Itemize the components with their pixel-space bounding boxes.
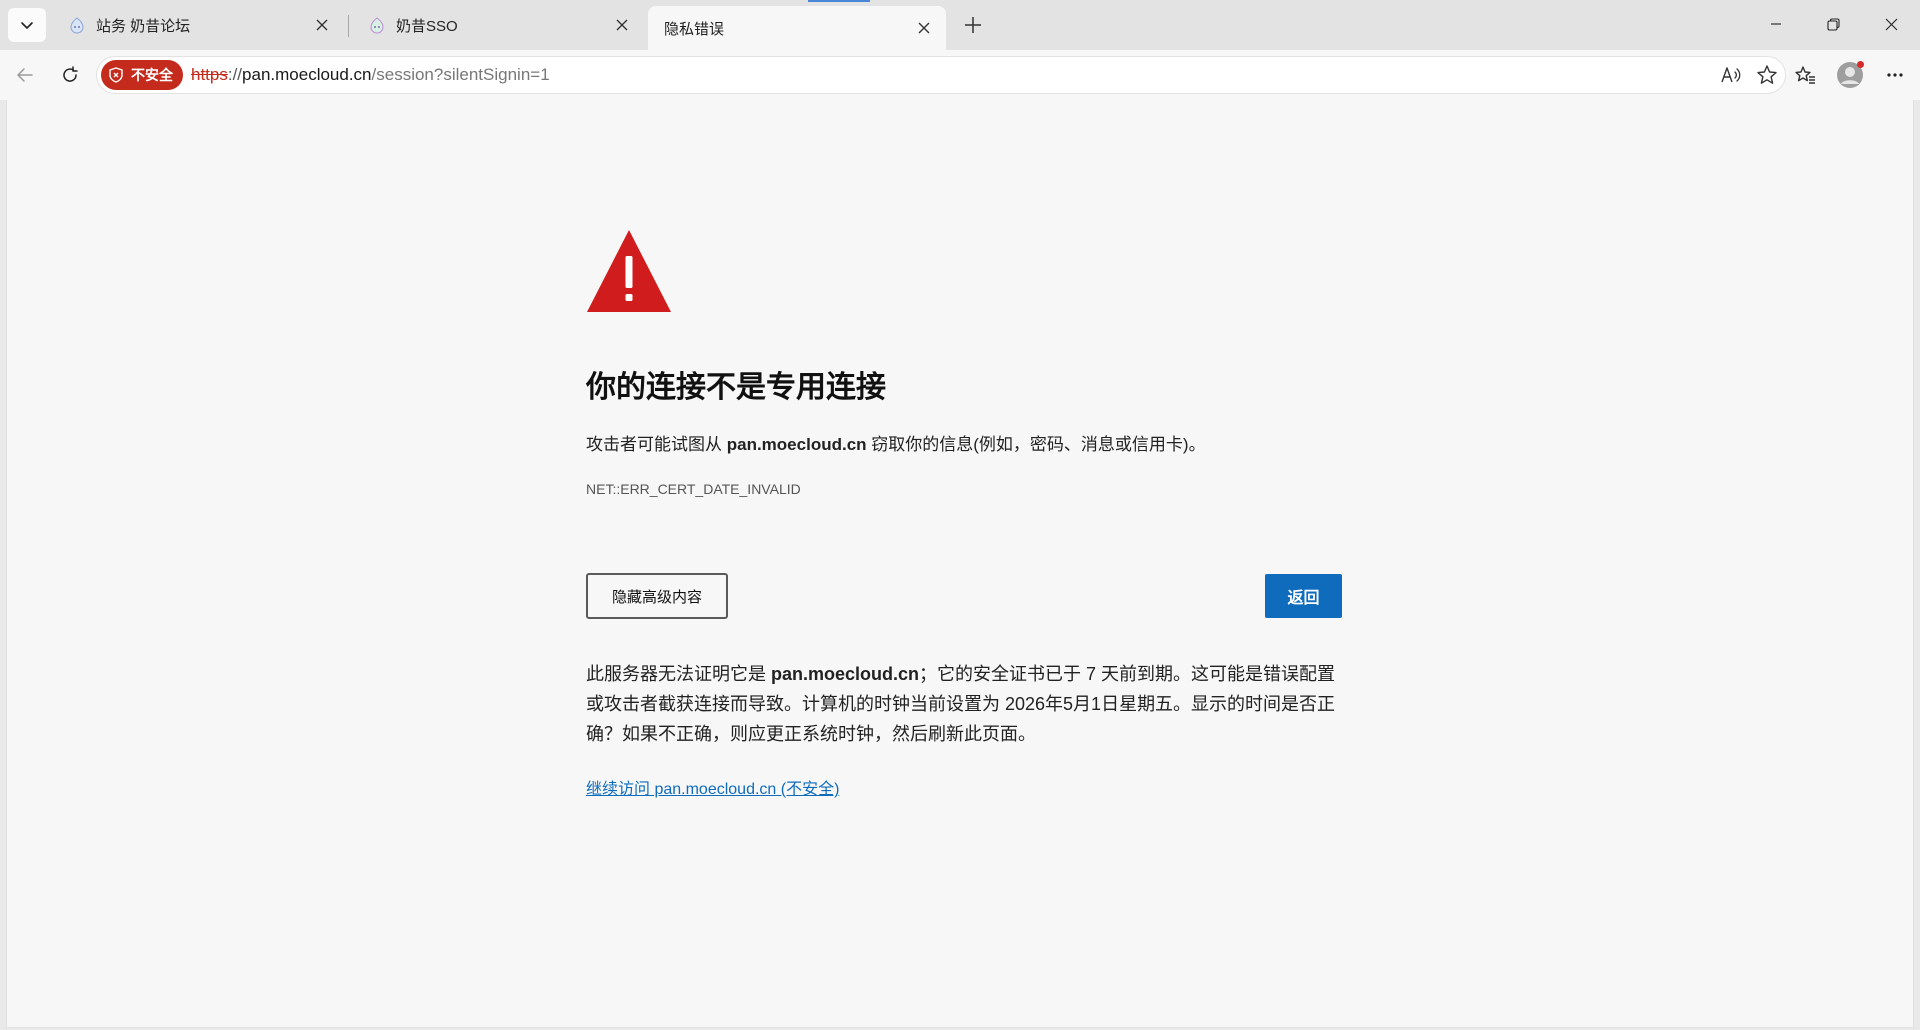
- url-scheme: https: [191, 65, 228, 84]
- close-icon: [918, 22, 930, 34]
- url-path: /session?silentSignin=1: [371, 65, 550, 84]
- page-content: 你的连接不是专用连接 攻击者可能试图从 pan.moecloud.cn 窃取你的…: [6, 100, 1914, 1028]
- restore-icon: [1826, 17, 1840, 31]
- warning-triangle-icon: [587, 230, 671, 312]
- close-icon: [1885, 18, 1897, 30]
- back-to-safety-button[interactable]: 返回: [1265, 574, 1342, 618]
- url-text[interactable]: https://pan.moecloud.cn/session?silentSi…: [191, 65, 550, 85]
- error-description: 攻击者可能试图从 pan.moecloud.cn 窃取你的信息(例如，密码、消息…: [586, 430, 1342, 455]
- notification-dot: [1857, 61, 1864, 68]
- star-icon: [1757, 65, 1777, 84]
- more-icon: [1887, 73, 1903, 77]
- url-separator: ://: [227, 65, 243, 84]
- tab-close-button[interactable]: [912, 16, 936, 40]
- favorite-star-button[interactable]: [1751, 59, 1783, 91]
- tab-title: 奶昔SSO: [396, 17, 458, 35]
- browser-toolbar: 不安全 https://pan.moecloud.cn/session?sile…: [0, 50, 1920, 100]
- minimize-icon: [1771, 23, 1781, 25]
- details-prefix: 此服务器无法证明它是: [586, 664, 771, 684]
- minimize-button[interactable]: [1747, 0, 1805, 48]
- close-icon: [316, 19, 328, 31]
- plus-icon: [965, 17, 981, 33]
- moe-favicon-icon: [70, 17, 84, 34]
- tab-close-button[interactable]: [610, 13, 634, 37]
- tab-separator: [348, 15, 349, 37]
- settings-more-button[interactable]: [1879, 59, 1911, 91]
- details-host: pan.moecloud.cn: [771, 664, 920, 684]
- tab-title: 站务 奶昔论坛: [96, 17, 191, 35]
- privacy-error-panel: 你的连接不是专用连接 攻击者可能试图从 pan.moecloud.cn 窃取你的…: [586, 228, 1342, 799]
- page-title: 你的连接不是专用连接: [586, 371, 886, 404]
- tab-close-button[interactable]: [310, 13, 334, 37]
- arrow-left-icon: [17, 68, 33, 82]
- url-host: pan.moecloud.cn: [242, 65, 372, 84]
- desc-suffix: 窃取你的信息(例如，密码、消息或信用卡)。: [866, 435, 1206, 454]
- moe-favicon-icon: [370, 17, 384, 34]
- advanced-details: 此服务器无法证明它是 pan.moecloud.cn；它的安全证书已于 7 天前…: [586, 659, 1342, 749]
- loading-indicator: [808, 0, 870, 2]
- desc-prefix: 攻击者可能试图从: [586, 435, 727, 454]
- read-aloud-button[interactable]: [1715, 59, 1747, 91]
- read-aloud-icon: [1721, 67, 1741, 83]
- button-row: 隐藏高级内容 返回: [586, 573, 1342, 619]
- refresh-icon: [63, 66, 78, 82]
- tab-strip: 站务 奶昔论坛 奶昔SSO 隐私错误: [0, 0, 1920, 50]
- address-bar[interactable]: 不安全 https://pan.moecloud.cn/session?sile…: [96, 56, 1786, 94]
- not-secure-label: 不安全: [131, 67, 173, 83]
- favorites-button[interactable]: [1789, 59, 1821, 91]
- close-window-button[interactable]: [1862, 0, 1920, 48]
- hide-advanced-button[interactable]: 隐藏高级内容: [586, 573, 728, 619]
- proceed-unsafe-link[interactable]: 继续访问 pan.moecloud.cn (不安全): [586, 775, 839, 799]
- tab-actions-button[interactable]: [8, 8, 46, 42]
- tab-privacy-error[interactable]: 隐私错误: [648, 6, 946, 50]
- restore-button[interactable]: [1804, 0, 1862, 48]
- profile-button[interactable]: [1834, 59, 1866, 91]
- chevron-down-icon: [21, 22, 33, 29]
- refresh-button[interactable]: [54, 59, 86, 91]
- tab-forum[interactable]: 站务 奶昔论坛: [52, 6, 344, 44]
- not-secure-badge[interactable]: 不安全: [101, 60, 183, 90]
- tab-sso[interactable]: 奶昔SSO: [352, 6, 644, 44]
- desc-host: pan.moecloud.cn: [726, 435, 867, 454]
- tab-title: 隐私错误: [664, 20, 725, 38]
- shield-warning-icon: [109, 67, 123, 83]
- back-button[interactable]: [9, 59, 41, 91]
- new-tab-button[interactable]: [958, 10, 988, 40]
- favorites-icon: [1795, 66, 1815, 84]
- close-icon: [616, 19, 628, 31]
- error-code[interactable]: NET::ERR_CERT_DATE_INVALID: [586, 481, 1342, 497]
